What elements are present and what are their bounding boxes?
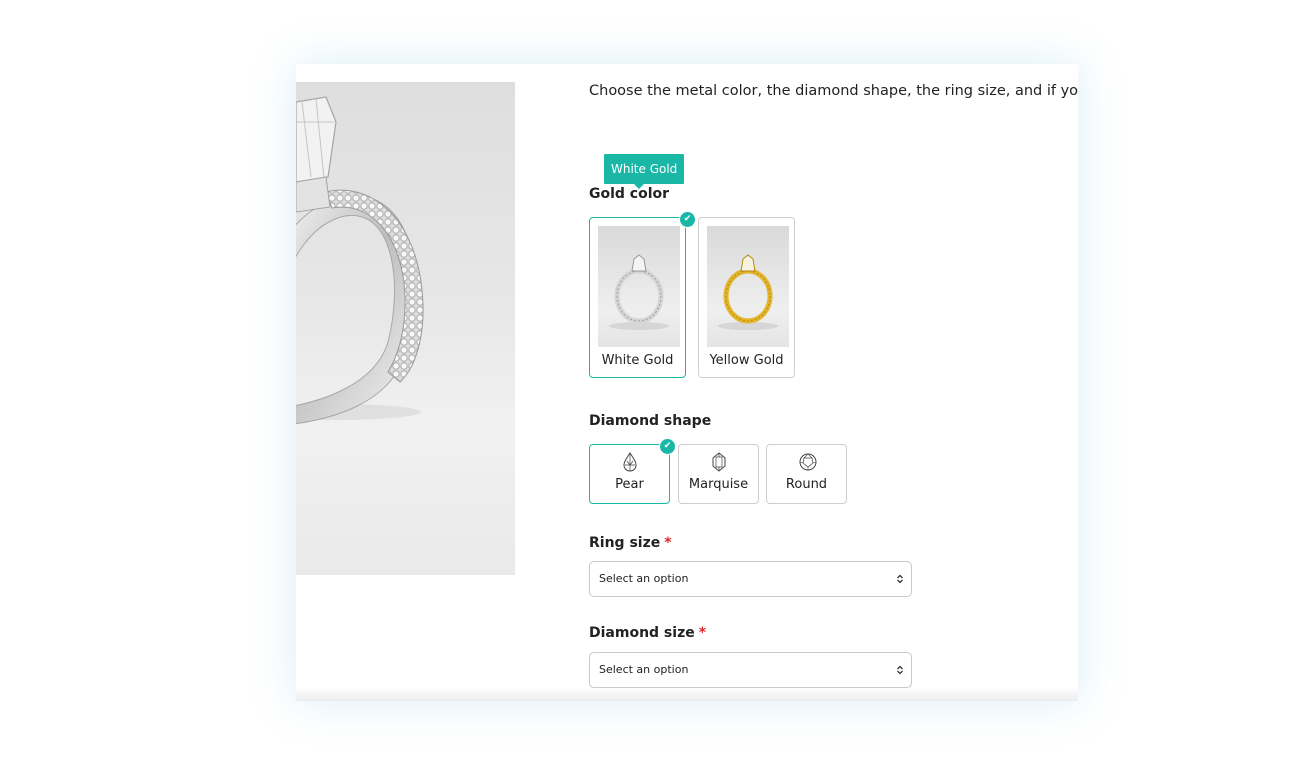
shape-option-marquise[interactable]: Marquise — [678, 444, 759, 504]
selected-check-icon: ✔ — [679, 211, 696, 228]
selected-color-tooltip: White Gold — [604, 154, 685, 189]
swatch-white-gold[interactable]: White Gold — [589, 217, 686, 378]
yellow-gold-ring-image — [707, 226, 789, 347]
swatch-label: White Gold — [601, 353, 674, 368]
select-arrows-icon — [897, 574, 903, 584]
diamond-size-select[interactable]: Select an option — [589, 652, 912, 688]
bottom-fade — [296, 687, 1078, 701]
diamond-size-label-text: Diamond size — [589, 625, 695, 641]
diamond-shape-label: Diamond shape — [589, 413, 712, 429]
shape-label: Pear — [615, 477, 644, 492]
shape-option-pear[interactable]: Pear — [589, 444, 670, 504]
ring-illustration — [296, 96, 424, 425]
intro-text-content: Choose the metal color, the diamond shap… — [589, 83, 1078, 99]
intro-text: Choose the metal color, the diamond shap… — [589, 78, 1078, 104]
marquise-icon — [712, 452, 726, 472]
round-icon — [799, 453, 817, 471]
shape-label: Marquise — [688, 477, 749, 492]
diamond-size-label: Diamond size * — [589, 625, 706, 641]
shape-option-round[interactable]: Round — [766, 444, 847, 504]
select-arrows-icon — [897, 665, 903, 675]
swatch-label: Yellow Gold — [709, 353, 784, 368]
selected-check-icon: ✔ — [659, 438, 676, 455]
swatch-yellow-gold[interactable]: Yellow Gold — [698, 217, 795, 378]
ring-size-select[interactable]: Select an option — [589, 561, 912, 597]
product-image — [296, 82, 515, 575]
shape-label: Round — [785, 477, 828, 492]
ring-size-label: Ring size * — [589, 535, 672, 551]
product-card: Choose the metal color, the diamond shap… — [296, 64, 1078, 701]
ring-size-label-text: Ring size — [589, 535, 661, 551]
gold-color-label: Gold color — [589, 186, 670, 202]
white-gold-ring-image — [598, 226, 680, 347]
required-asterisk: * — [664, 535, 672, 551]
required-asterisk: * — [698, 625, 707, 641]
diamond-size-selected-value: Select an option — [599, 663, 689, 676]
pear-icon — [623, 452, 637, 472]
ring-size-selected-value: Select an option — [599, 572, 689, 585]
